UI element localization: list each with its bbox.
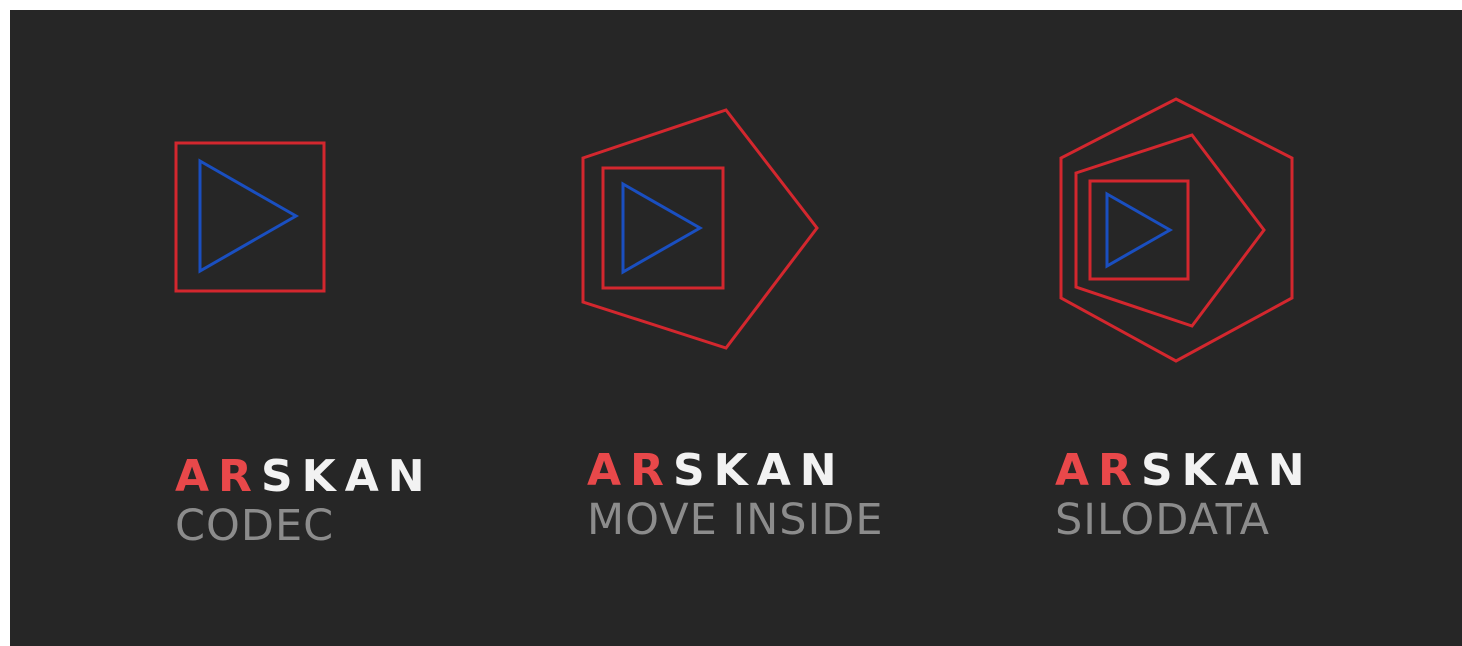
product-name: MOVE INSIDE [587, 495, 884, 545]
brand-rest: SKAN [672, 445, 846, 496]
product-name: SILODATA [1055, 495, 1271, 545]
play-triangle [198, 158, 300, 274]
square-frame [1088, 179, 1190, 281]
brand-name: ARSKAN [587, 449, 884, 493]
play-triangle [621, 181, 704, 275]
wordmark-silodata: ARSKAN SILODATA [1055, 449, 1314, 542]
wordmark-move-inside: ARSKAN MOVE INSIDE [587, 449, 884, 542]
brand-rest: SKAN [1140, 445, 1314, 496]
square-frame [174, 141, 326, 293]
brand-accent: AR [587, 445, 673, 496]
logo-showcase: ARSKAN CODEC ARSKAN MOVE INSIDE ARSKAN S… [10, 10, 1462, 646]
brand-name: ARSKAN [1055, 449, 1314, 493]
pentagon-square-play-icon [581, 108, 819, 350]
brand-accent: AR [175, 451, 261, 502]
brand-accent: AR [1055, 445, 1141, 496]
hexagon-pentagon-square-play-icon [1059, 97, 1294, 363]
square-play-icon [174, 141, 326, 293]
brand-rest: SKAN [260, 451, 434, 502]
wordmark-codec: ARSKAN CODEC [175, 455, 434, 548]
product-name: CODEC [175, 501, 335, 551]
brand-name: ARSKAN [175, 455, 434, 499]
square-frame [601, 166, 725, 290]
play-triangle [1105, 191, 1174, 269]
